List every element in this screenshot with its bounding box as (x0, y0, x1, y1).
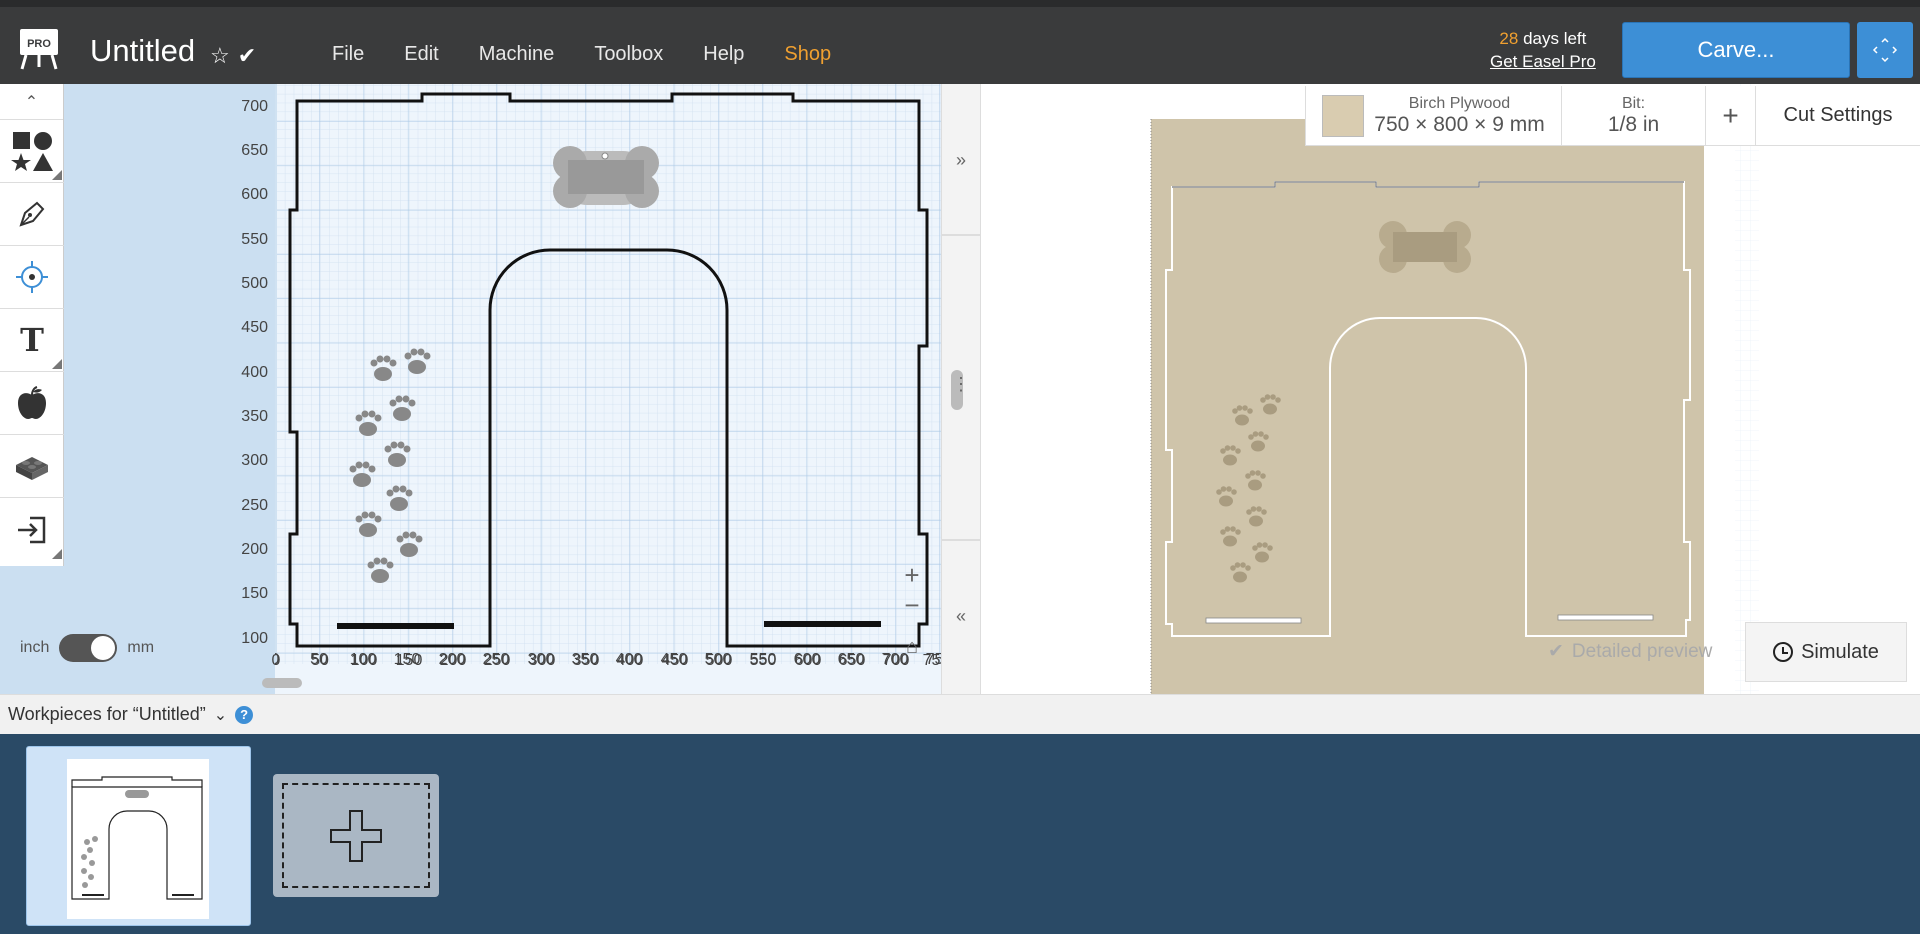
y-tick-label: 500 (241, 275, 268, 292)
x-tick-label: 450 (662, 652, 689, 669)
check-icon: ✔ (1548, 641, 1564, 662)
y-tick-label: 300 (241, 452, 268, 469)
y-tick-label: 350 (241, 408, 268, 425)
add-bit-button[interactable]: + (1706, 86, 1756, 145)
trial-days-suffix: days left (1518, 29, 1587, 48)
wood-material (1151, 119, 1704, 694)
help-icon[interactable]: ? (235, 705, 254, 724)
y-tick-label: 400 (241, 364, 268, 381)
zoom-in-icon[interactable]: + (904, 560, 919, 590)
menu-shop[interactable]: Shop (764, 37, 851, 72)
x-tick-label: 750 (923, 652, 941, 669)
slot-right[interactable] (764, 621, 881, 627)
expand-chevron-icon[interactable]: ⌄ (214, 705, 227, 725)
x-tick-label: 650 (839, 652, 866, 669)
carved-slot-right (1557, 614, 1654, 621)
simulate-button[interactable]: Simulate (1745, 622, 1907, 682)
detailed-preview-toggle[interactable]: ✔ Detailed preview (1548, 640, 1712, 663)
pro-badge: PRO (27, 38, 51, 50)
menu-file[interactable]: File (312, 37, 384, 72)
panel-divider: » ⋮ « (941, 84, 981, 694)
workpieces-header: Workpieces for “Untitled” ⌄ ? (0, 694, 1920, 734)
carve-button[interactable]: Carve... (1622, 22, 1850, 78)
x-tick-label: 150 (396, 652, 423, 669)
carved-slot-left (1205, 617, 1302, 624)
machine-control-button[interactable] (1857, 22, 1913, 78)
simulate-label: Simulate (1801, 640, 1879, 663)
menu-toolbox[interactable]: Toolbox (574, 37, 683, 72)
plus-icon (330, 809, 382, 862)
x-tick-label: 0 (272, 652, 281, 669)
drag-handle-icon[interactable]: ⋮ (942, 374, 980, 395)
main-menu: File Edit Machine Toolbox Help Shop (312, 37, 851, 72)
x-tick-label: 600 (795, 652, 822, 669)
horizontal-scrollbar[interactable] (262, 678, 302, 688)
y-tick-label: 450 (241, 319, 268, 336)
y-tick-label: 650 (241, 142, 268, 159)
x-tick-label: 100 (351, 652, 378, 669)
material-dims: 750 × 800 × 9 mm (1374, 112, 1545, 136)
x-tick-label: 50 (311, 652, 329, 669)
easel-logo-icon[interactable]: PRO (18, 27, 60, 71)
design-artwork: 700 650 600 550 500 450 400 350 300 250 … (241, 92, 941, 688)
x-tick-label: 400 (617, 652, 644, 669)
material-bar: Birch Plywood 750 × 800 × 9 mm Bit: 1/8 … (1305, 86, 1920, 146)
y-tick-label: 250 (241, 497, 268, 514)
clock-icon (1773, 642, 1794, 662)
star-icon[interactable]: ☆ (210, 43, 230, 69)
x-tick-label: 200 (440, 652, 467, 669)
trial-days: 28 (1499, 29, 1519, 48)
y-tick-label: 700 (241, 98, 268, 115)
paw-prints[interactable] (349, 348, 431, 584)
home-icon[interactable]: ⌂ (906, 636, 918, 658)
expand-right-icon[interactable]: » (942, 150, 980, 171)
workpieces-title: Workpieces for “Untitled” (8, 704, 206, 724)
x-tick-label: 300 (529, 652, 556, 669)
expand-left-icon[interactable]: « (942, 606, 980, 627)
workpiece-thumbnail[interactable] (26, 746, 251, 926)
zoom-out-icon[interactable]: − (904, 590, 919, 620)
cut-settings-button[interactable]: Cut Settings (1756, 86, 1920, 145)
menu-help[interactable]: Help (683, 37, 764, 72)
material-selector[interactable]: Birch Plywood 750 × 800 × 9 mm (1306, 86, 1562, 145)
get-pro-link[interactable]: Get Easel Pro (1490, 50, 1596, 73)
material-name: Birch Plywood (1408, 94, 1511, 112)
document-title[interactable]: Untitled (90, 33, 195, 69)
bit-selector[interactable]: Bit: 1/8 in (1562, 86, 1706, 145)
x-tick-label: 350 (573, 652, 600, 669)
checkmark-icon: ✔ (237, 43, 257, 68)
trial-notice: 28 days left Get Easel Pro (1490, 27, 1596, 73)
y-tick-label: 150 (241, 585, 268, 602)
x-tick-label: 500 (706, 652, 733, 669)
easel-app: PRO Untitled ☆ ✔ File Edit Machine Toolb… (0, 0, 1920, 934)
y-tick-label: 100 (241, 630, 268, 647)
bit-label: Bit: (1621, 94, 1646, 112)
menu-edit[interactable]: Edit (384, 37, 458, 72)
jog-arrows-icon (1872, 37, 1898, 63)
bit-value: 1/8 in (1607, 112, 1660, 136)
detailed-preview-label: Detailed preview (1571, 640, 1713, 662)
bone-shape[interactable] (553, 146, 659, 208)
x-tick-label: 250 (484, 652, 511, 669)
carve-preview (981, 84, 1920, 694)
add-workpiece-button[interactable] (273, 774, 439, 897)
y-tick-label: 200 (241, 541, 268, 558)
material-swatch (1322, 94, 1365, 137)
top-bar: PRO Untitled ☆ ✔ File Edit Machine Toolb… (0, 0, 1920, 84)
y-tick-label: 600 (241, 186, 268, 203)
slot-left[interactable] (337, 623, 454, 629)
menu-machine[interactable]: Machine (459, 37, 575, 72)
x-tick-label: 550 (750, 652, 777, 669)
y-tick-label: 550 (241, 231, 268, 248)
